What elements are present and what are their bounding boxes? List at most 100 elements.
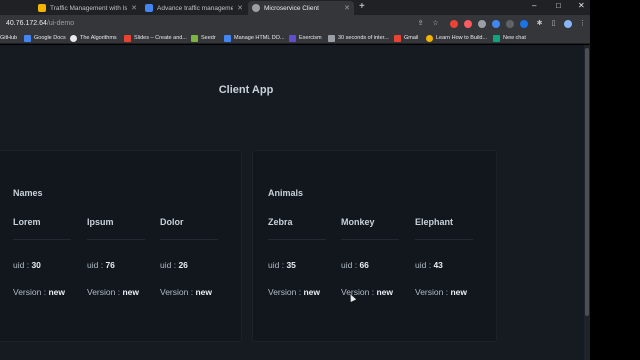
uid-label: uid :	[415, 260, 434, 270]
url-text[interactable]: 40.76.172.64/ui-demo	[6, 18, 74, 30]
uid-value: 30	[31, 260, 41, 270]
bookmark-slides[interactable]: Slides – Create and...	[124, 34, 187, 42]
close-window-button[interactable]: ✕	[578, 1, 585, 10]
bookmark-learn-build[interactable]: Learn How to Build...	[426, 34, 487, 42]
item-name: Ipsum	[87, 217, 114, 227]
browser-chrome: Traffic Management with Istio - G ✕ Adva…	[0, 0, 590, 44]
bookmark-exercism[interactable]: Exercism	[289, 34, 322, 42]
animal-item-zebra: Zebra uid : 35 Version : new	[268, 217, 326, 297]
close-tab-icon[interactable]: ✕	[131, 4, 137, 12]
animal-item-elephant: Elephant uid : 43 Version : new	[415, 217, 473, 297]
bookmark-30-seconds[interactable]: 30 seconds of inter...	[328, 34, 389, 42]
bookmark-manage-html[interactable]: Manage HTML DO...	[224, 34, 285, 42]
uid-value: 76	[105, 260, 115, 270]
bookmark-label: Seedr	[201, 35, 216, 41]
tab-microservice-client[interactable]: Microservice Client ✕	[248, 1, 354, 15]
uid-label: uid :	[268, 260, 287, 270]
version-value: new	[450, 287, 467, 297]
extension-blue2-icon[interactable]	[520, 20, 528, 28]
extensions-puzzle-icon[interactable]: ✱	[535, 19, 544, 28]
uid-label: uid :	[13, 260, 32, 270]
maximize-button[interactable]: □	[556, 1, 561, 10]
extension-red-icon[interactable]	[450, 20, 458, 28]
close-tab-icon[interactable]: ✕	[237, 4, 243, 12]
uid-value: 43	[433, 260, 443, 270]
bookmark-label: GitHub	[0, 35, 18, 41]
uid-value: 66	[359, 260, 369, 270]
tab-title: Microservice Client	[264, 4, 319, 12]
version-label: Version :	[268, 287, 304, 297]
minimize-button[interactable]: –	[532, 1, 536, 10]
globe-favicon-icon	[252, 4, 260, 12]
close-tab-icon[interactable]: ✕	[344, 4, 350, 12]
docs-favicon-icon	[38, 4, 46, 12]
uid-label: uid :	[160, 260, 179, 270]
mdn-icon	[224, 34, 231, 42]
version-label: Version :	[341, 287, 377, 297]
name-item-ipsum: Ipsum uid : 76 Version : new	[87, 217, 145, 297]
bookmark-github[interactable]: GitHub	[0, 34, 17, 42]
version-label: Version :	[160, 287, 196, 297]
url-host: 40.76.172.64	[6, 20, 47, 27]
site-favicon-icon	[145, 4, 153, 12]
version-value: new	[195, 287, 212, 297]
uid-label: uid :	[87, 260, 106, 270]
bookmark-google-docs[interactable]: Google Docs	[24, 34, 66, 42]
bookmark-the-algorithms[interactable]: The Algorithms	[70, 34, 117, 42]
uid-value: 26	[178, 260, 188, 270]
divider	[13, 239, 71, 240]
docs-icon	[24, 34, 31, 42]
slides-icon	[124, 34, 131, 42]
bookmark-new-chat[interactable]: New chat	[493, 34, 526, 42]
item-name: Zebra	[268, 217, 293, 227]
item-uid: uid : 26	[160, 260, 188, 270]
extension-blue-icon[interactable]	[492, 20, 500, 28]
bookmark-label: Google Docs	[34, 35, 66, 41]
profile-avatar-icon[interactable]	[564, 20, 572, 28]
extension-pink-icon[interactable]	[464, 20, 472, 28]
tab-advance-traffic[interactable]: Advance traffic management ✕	[141, 1, 247, 15]
item-version: Version : new	[160, 287, 212, 297]
share-icon[interactable]: ⇪	[416, 19, 425, 28]
item-name: Elephant	[415, 217, 454, 227]
menu-icon[interactable]: ⋮	[578, 19, 587, 28]
item-version: Version : new	[13, 287, 65, 297]
page-icon	[328, 34, 335, 42]
exercism-icon	[289, 34, 296, 42]
gmail-icon	[394, 34, 401, 42]
bookmarks-bar: GitHub Google Docs The Algorithms Slides…	[0, 32, 590, 44]
page-title: Client App	[218, 84, 274, 96]
bookmark-label: Gmail	[404, 35, 419, 41]
uid-label: uid :	[341, 260, 360, 270]
item-name: Monkey	[341, 217, 375, 227]
scrollbar-thumb[interactable]	[585, 48, 589, 316]
url-path: /ui-demo	[46, 20, 75, 27]
version-value: new	[376, 287, 393, 297]
version-value: new	[48, 287, 65, 297]
version-label: Version :	[87, 287, 123, 297]
extension-gray-icon[interactable]	[478, 20, 486, 28]
divider	[415, 239, 473, 240]
name-item-lorem: Lorem uid : 30 Version : new	[13, 217, 71, 297]
item-version: Version : new	[268, 287, 320, 297]
learn-icon	[426, 34, 433, 42]
divider	[341, 239, 399, 240]
version-label: Version :	[13, 287, 49, 297]
item-name: Dolor	[160, 217, 184, 227]
new-tab-button[interactable]: +	[359, 1, 365, 12]
animals-card: Animals Zebra uid : 35 Version : new Mon…	[252, 150, 497, 342]
github-icon	[70, 34, 77, 42]
bookmark-seedr[interactable]: Seedr	[191, 34, 216, 42]
bookmark-gmail[interactable]: Gmail	[394, 34, 418, 42]
extension-dark-icon[interactable]	[506, 20, 514, 28]
item-uid: uid : 35	[268, 260, 296, 270]
tab-traffic-management[interactable]: Traffic Management with Istio - G ✕	[34, 1, 141, 15]
sidebar-icon[interactable]: ▯	[549, 19, 558, 28]
tab-title: Traffic Management with Istio - G	[50, 4, 128, 12]
screen: Traffic Management with Istio - G ✕ Adva…	[0, 0, 640, 360]
card-heading: Animals	[268, 188, 304, 198]
star-icon[interactable]: ☆	[431, 19, 440, 28]
address-bar[interactable]: 40.76.172.64/ui-demo	[0, 18, 445, 30]
bookmark-label: Learn How to Build...	[436, 35, 488, 41]
chat-icon	[493, 34, 500, 42]
